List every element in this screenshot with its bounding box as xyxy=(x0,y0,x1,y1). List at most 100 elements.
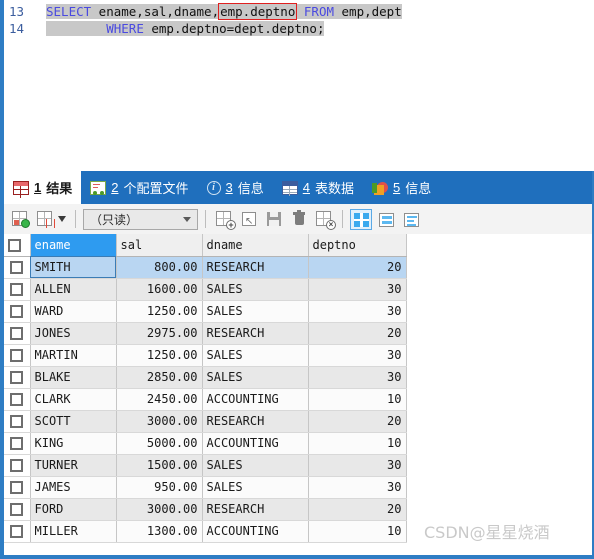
row-select-cell[interactable] xyxy=(4,498,31,521)
cell-deptno[interactable]: 30 xyxy=(308,366,407,389)
table-row[interactable]: ALLEN 1600.00 SALES 30 xyxy=(4,278,407,301)
column-header-deptno[interactable]: deptno xyxy=(308,234,407,257)
cell-ename[interactable]: JONES xyxy=(30,322,117,345)
view-text-button[interactable] xyxy=(400,209,422,230)
cell-sal[interactable]: 1500.00 xyxy=(116,454,203,477)
tab-info-3[interactable]: i 3 信息 xyxy=(198,171,273,204)
sql-code-area[interactable]: SELECT ename,sal,dname,emp.deptno FROM e… xyxy=(46,3,586,37)
row-checkbox[interactable] xyxy=(10,437,24,450)
cell-sal[interactable]: 5000.00 xyxy=(116,432,203,455)
cell-ename[interactable]: TURNER xyxy=(30,454,117,477)
cell-sal[interactable]: 1300.00 xyxy=(116,520,203,543)
cell-sal[interactable]: 1250.00 xyxy=(116,300,203,323)
sql-line-13[interactable]: SELECT ename,sal,dname,emp.deptno FROM e… xyxy=(46,3,586,20)
cell-dname[interactable]: SALES xyxy=(202,300,309,323)
cell-sal[interactable]: 2850.00 xyxy=(116,366,203,389)
cell-ename[interactable]: JAMES xyxy=(30,476,117,499)
row-checkbox[interactable] xyxy=(10,371,24,384)
tab-table-data[interactable]: 4 表数据 xyxy=(273,171,363,204)
tab-result[interactable]: 1 结果 xyxy=(4,171,82,204)
row-select-cell[interactable] xyxy=(4,410,31,433)
save-button[interactable] xyxy=(263,209,285,229)
cell-sal[interactable]: 950.00 xyxy=(116,476,203,499)
sql-line-14[interactable]: WHERE emp.deptno=dept.deptno; xyxy=(46,20,586,37)
tab-info-5[interactable]: 5 信息 xyxy=(363,171,440,204)
row-checkbox[interactable] xyxy=(10,305,24,318)
cell-dname[interactable]: RESEARCH xyxy=(202,498,309,521)
row-select-cell[interactable] xyxy=(4,388,31,411)
row-select-cell[interactable] xyxy=(4,366,31,389)
cell-deptno[interactable]: 20 xyxy=(308,322,407,345)
cell-ename[interactable]: MILLER xyxy=(30,520,117,543)
row-checkbox[interactable] xyxy=(10,459,24,472)
cell-ename[interactable]: ALLEN xyxy=(30,278,117,301)
cell-dname[interactable]: RESEARCH xyxy=(202,256,309,279)
cell-dname[interactable]: SALES xyxy=(202,454,309,477)
cell-sal[interactable]: 2975.00 xyxy=(116,322,203,345)
cell-dname[interactable]: ACCOUNTING xyxy=(202,432,309,455)
table-row[interactable]: SMITH 800.00 RESEARCH 20 xyxy=(4,256,407,279)
cell-dname[interactable]: SALES xyxy=(202,344,309,367)
row-checkbox[interactable] xyxy=(10,481,24,494)
cell-dname[interactable]: RESEARCH xyxy=(202,410,309,433)
row-select-cell[interactable] xyxy=(4,520,31,543)
cell-sal[interactable]: 2450.00 xyxy=(116,388,203,411)
row-select-cell[interactable] xyxy=(4,476,31,499)
cell-ename[interactable]: SMITH xyxy=(30,256,117,279)
edit-mode-select[interactable]: （只读） xyxy=(83,208,198,230)
table-row[interactable]: BLAKE 2850.00 SALES 30 xyxy=(4,366,407,389)
row-checkbox[interactable] xyxy=(10,349,24,362)
cell-deptno[interactable]: 30 xyxy=(308,278,407,301)
table-row[interactable]: WARD 1250.00 SALES 30 xyxy=(4,300,407,323)
row-checkbox[interactable] xyxy=(10,327,24,340)
row-select-cell[interactable] xyxy=(4,322,31,345)
new-record-button[interactable] xyxy=(9,209,31,229)
cell-sal[interactable]: 1250.00 xyxy=(116,344,203,367)
cell-dname[interactable]: ACCOUNTING xyxy=(202,388,309,411)
select-all-cell[interactable] xyxy=(4,234,31,257)
cell-sal[interactable]: 1600.00 xyxy=(116,278,203,301)
cell-deptno[interactable]: 10 xyxy=(308,432,407,455)
row-select-cell[interactable] xyxy=(4,256,31,279)
cell-sal[interactable]: 3000.00 xyxy=(116,410,203,433)
trash-button[interactable] xyxy=(288,209,310,229)
cell-dname[interactable]: SALES xyxy=(202,278,309,301)
row-checkbox[interactable] xyxy=(10,415,24,428)
column-header-ename[interactable]: ename xyxy=(30,234,117,257)
cell-ename[interactable]: KING xyxy=(30,432,117,455)
cell-deptno[interactable]: 20 xyxy=(308,410,407,433)
table-row[interactable]: CLARK 2450.00 ACCOUNTING 10 xyxy=(4,388,407,411)
select-all-checkbox[interactable] xyxy=(8,238,21,252)
delete-record-button[interactable] xyxy=(34,209,56,229)
row-select-cell[interactable] xyxy=(4,454,31,477)
view-form-button[interactable] xyxy=(375,209,397,230)
cell-deptno[interactable]: 30 xyxy=(308,300,407,323)
apply-changes-button[interactable]: + xyxy=(213,209,236,230)
table-row[interactable]: MARTIN 1250.00 SALES 30 xyxy=(4,344,407,367)
cell-deptno[interactable]: 20 xyxy=(308,498,407,521)
table-row[interactable]: KING 5000.00 ACCOUNTING 10 xyxy=(4,432,407,455)
row-checkbox[interactable] xyxy=(10,503,24,516)
chevron-down-icon[interactable] xyxy=(58,216,66,222)
row-checkbox[interactable] xyxy=(10,525,24,538)
cancel-button[interactable]: × xyxy=(313,209,336,230)
cell-ename[interactable]: FORD xyxy=(30,498,117,521)
row-checkbox[interactable] xyxy=(10,283,24,296)
cell-deptno[interactable]: 30 xyxy=(308,454,407,477)
sql-editor-pane[interactable]: 13 14 SELECT ename,sal,dname,emp.deptno … xyxy=(0,0,594,171)
cell-ename[interactable]: MARTIN xyxy=(30,344,117,367)
row-checkbox[interactable] xyxy=(10,393,24,406)
cell-sal[interactable]: 800.00 xyxy=(116,256,203,279)
column-header-sal[interactable]: sal xyxy=(116,234,203,257)
cell-dname[interactable]: SALES xyxy=(202,366,309,389)
row-select-cell[interactable] xyxy=(4,300,31,323)
cell-deptno[interactable]: 30 xyxy=(308,344,407,367)
row-select-cell[interactable] xyxy=(4,432,31,455)
table-row[interactable]: JAMES 950.00 SALES 30 xyxy=(4,476,407,499)
cell-ename[interactable]: BLAKE xyxy=(30,366,117,389)
results-grid-pane[interactable]: ename sal dname deptno SMITH 800.00 RESEAR… xyxy=(0,234,594,556)
cell-deptno[interactable]: 10 xyxy=(308,520,407,543)
cell-deptno[interactable]: 30 xyxy=(308,476,407,499)
row-select-cell[interactable] xyxy=(4,278,31,301)
cell-sal[interactable]: 3000.00 xyxy=(116,498,203,521)
